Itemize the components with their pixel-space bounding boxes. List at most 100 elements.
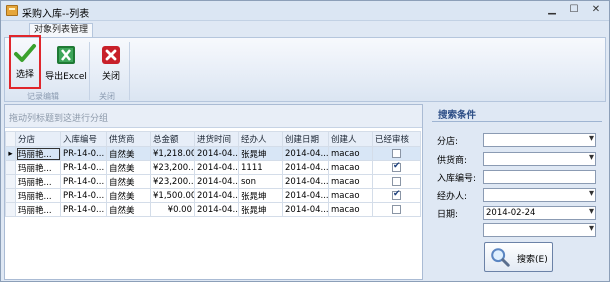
table-row[interactable]: 玛丽艳... PR-14-0... 自然美 ¥0.00 2014-04... 张…: [5, 202, 421, 217]
table-row[interactable]: 玛丽艳... PR-14-0... 自然美 ¥1,500.00 2014-04.…: [5, 188, 421, 203]
export-excel-button[interactable]: 导出Excel: [45, 39, 87, 87]
cell-audited[interactable]: [372, 202, 421, 217]
cell-number[interactable]: PR-14-0...: [60, 160, 107, 175]
column-header-number[interactable]: 入库编号: [60, 131, 107, 147]
column-header-amount[interactable]: 总金额: [150, 131, 195, 147]
cell-handler[interactable]: 张晁坤: [238, 188, 283, 203]
magnifier-icon: [491, 248, 510, 267]
select-button-label: 选择: [15, 70, 34, 80]
cell-amount[interactable]: ¥1,218.00: [150, 146, 195, 161]
cell-supplier[interactable]: 自然美: [106, 174, 151, 189]
search-title-divider: [432, 121, 602, 122]
audited-checkbox[interactable]: [392, 204, 401, 214]
cell-number[interactable]: PR-14-0...: [60, 202, 107, 217]
cell-creator[interactable]: macao: [328, 146, 373, 161]
date-picker[interactable]: 2014-02-24: [483, 206, 596, 220]
checkmark-icon: [14, 44, 36, 62]
row-indicator-header: [5, 131, 16, 147]
records-table: 分店 入库编号 供货商 总金额 进货时间 经办人 创建日期 创建人 已经审核 ▸…: [5, 131, 421, 217]
maximize-button[interactable]: ☐: [563, 2, 585, 18]
cell-number[interactable]: PR-14-0...: [60, 188, 107, 203]
close-button-label: 关闭: [101, 72, 120, 82]
supplier-select[interactable]: [483, 152, 596, 166]
cell-amount[interactable]: ¥23,200...: [150, 160, 195, 175]
minimize-button[interactable]: ▁: [541, 2, 563, 18]
cell-supplier[interactable]: 自然美: [106, 146, 151, 161]
cell-creator[interactable]: macao: [328, 160, 373, 175]
ribbon-separator: [129, 42, 130, 100]
cell-supplier[interactable]: 自然美: [106, 202, 151, 217]
cell-creator[interactable]: macao: [328, 202, 373, 217]
store-label: 分店:: [437, 137, 459, 147]
cell-store[interactable]: 玛丽艳...: [15, 174, 61, 189]
cell-created-date[interactable]: 2014-04...: [282, 188, 329, 203]
cell-created-date[interactable]: 2014-04...: [282, 160, 329, 175]
cell-handler[interactable]: 张晁坤: [238, 146, 283, 161]
close-x-icon: [102, 46, 120, 64]
column-header-purchase-time[interactable]: 进货时间: [194, 131, 239, 147]
records-grid-panel: 拖动列标题到这进行分组 分店 入库编号 供货商 总金额 进货时间 经办人 创建日…: [4, 104, 423, 280]
cell-number[interactable]: PR-14-0...: [60, 174, 107, 189]
title-bar: 采购入库--列表 ▁ ☐ ✕: [1, 1, 609, 21]
ribbon-toolbar: 选择 导出Excel 关闭 记录编辑 关闭: [4, 35, 606, 102]
cell-audited[interactable]: [372, 188, 421, 203]
cell-audited[interactable]: [372, 160, 421, 175]
group-by-hint[interactable]: 拖动列标题到这进行分组: [5, 105, 422, 128]
cell-amount[interactable]: ¥23,200...: [150, 174, 195, 189]
column-header-handler[interactable]: 经办人: [238, 131, 283, 147]
cell-created-date[interactable]: 2014-04...: [282, 174, 329, 189]
audited-checkbox[interactable]: [392, 162, 401, 172]
handler-select[interactable]: [483, 188, 596, 202]
cell-handler[interactable]: 1111: [238, 160, 283, 175]
column-header-creator[interactable]: 创建人: [328, 131, 373, 147]
cell-created-date[interactable]: 2014-04...: [282, 202, 329, 217]
select-button[interactable]: 选择: [9, 35, 41, 89]
export-button-label: 导出Excel: [45, 72, 87, 82]
column-header-created-date[interactable]: 创建日期: [282, 131, 329, 147]
row-indicator: [5, 202, 16, 217]
number-label: 入库编号:: [437, 174, 477, 184]
store-select[interactable]: [483, 133, 596, 147]
table-row[interactable]: 玛丽艳... PR-14-0... 自然美 ¥23,200... 2014-04…: [5, 160, 421, 175]
cell-handler[interactable]: son: [238, 174, 283, 189]
cell-created-date[interactable]: 2014-04...: [282, 146, 329, 161]
cell-supplier[interactable]: 自然美: [106, 160, 151, 175]
cell-store[interactable]: 玛丽艳...: [15, 202, 61, 217]
search-button[interactable]: 搜索(E): [484, 242, 553, 272]
column-header-store[interactable]: 分店: [15, 131, 61, 147]
cell-supplier[interactable]: 自然美: [106, 188, 151, 203]
search-button-label: 搜索(E): [517, 255, 548, 265]
column-header-audited[interactable]: 已经审核: [372, 131, 421, 147]
cell-audited[interactable]: [372, 146, 421, 161]
cell-amount[interactable]: ¥0.00: [150, 202, 195, 217]
cell-purchase-time[interactable]: 2014-04...: [194, 160, 239, 175]
cell-purchase-time[interactable]: 2014-04...: [194, 188, 239, 203]
close-button[interactable]: 关闭: [93, 39, 129, 87]
row-indicator: [5, 160, 16, 175]
cell-handler[interactable]: 张晁坤: [238, 202, 283, 217]
column-header-supplier[interactable]: 供货商: [106, 131, 151, 147]
window-title: 采购入库--列表: [22, 9, 90, 20]
search-panel: 搜索条件 分店: 供货商: 入库编号: 经办人: 日期: 2014-02-24 …: [426, 104, 608, 280]
table-row[interactable]: 玛丽艳... PR-14-0... 自然美 ¥23,200... 2014-04…: [5, 174, 421, 189]
audited-checkbox[interactable]: [392, 148, 401, 158]
number-input[interactable]: [483, 170, 596, 184]
table-row[interactable]: ▸ 玛丽艳... PR-14-0... 自然美 ¥1,218.00 2014-0…: [5, 146, 421, 161]
audited-checkbox[interactable]: [392, 176, 401, 186]
date-end-picker[interactable]: [483, 223, 596, 237]
cell-creator[interactable]: macao: [328, 188, 373, 203]
cell-number[interactable]: PR-14-0...: [60, 146, 107, 161]
audited-checkbox[interactable]: [392, 190, 401, 200]
cell-audited[interactable]: [372, 174, 421, 189]
cell-store[interactable]: 玛丽艳...: [15, 146, 61, 161]
cell-store[interactable]: 玛丽艳...: [15, 188, 61, 203]
excel-icon: [57, 46, 75, 64]
cell-purchase-time[interactable]: 2014-04...: [194, 202, 239, 217]
cell-store[interactable]: 玛丽艳...: [15, 160, 61, 175]
supplier-label: 供货商:: [437, 156, 468, 166]
cell-amount[interactable]: ¥1,500.00: [150, 188, 195, 203]
cell-purchase-time[interactable]: 2014-04...: [194, 146, 239, 161]
cell-purchase-time[interactable]: 2014-04...: [194, 174, 239, 189]
cell-creator[interactable]: macao: [328, 174, 373, 189]
close-window-button[interactable]: ✕: [585, 2, 607, 18]
